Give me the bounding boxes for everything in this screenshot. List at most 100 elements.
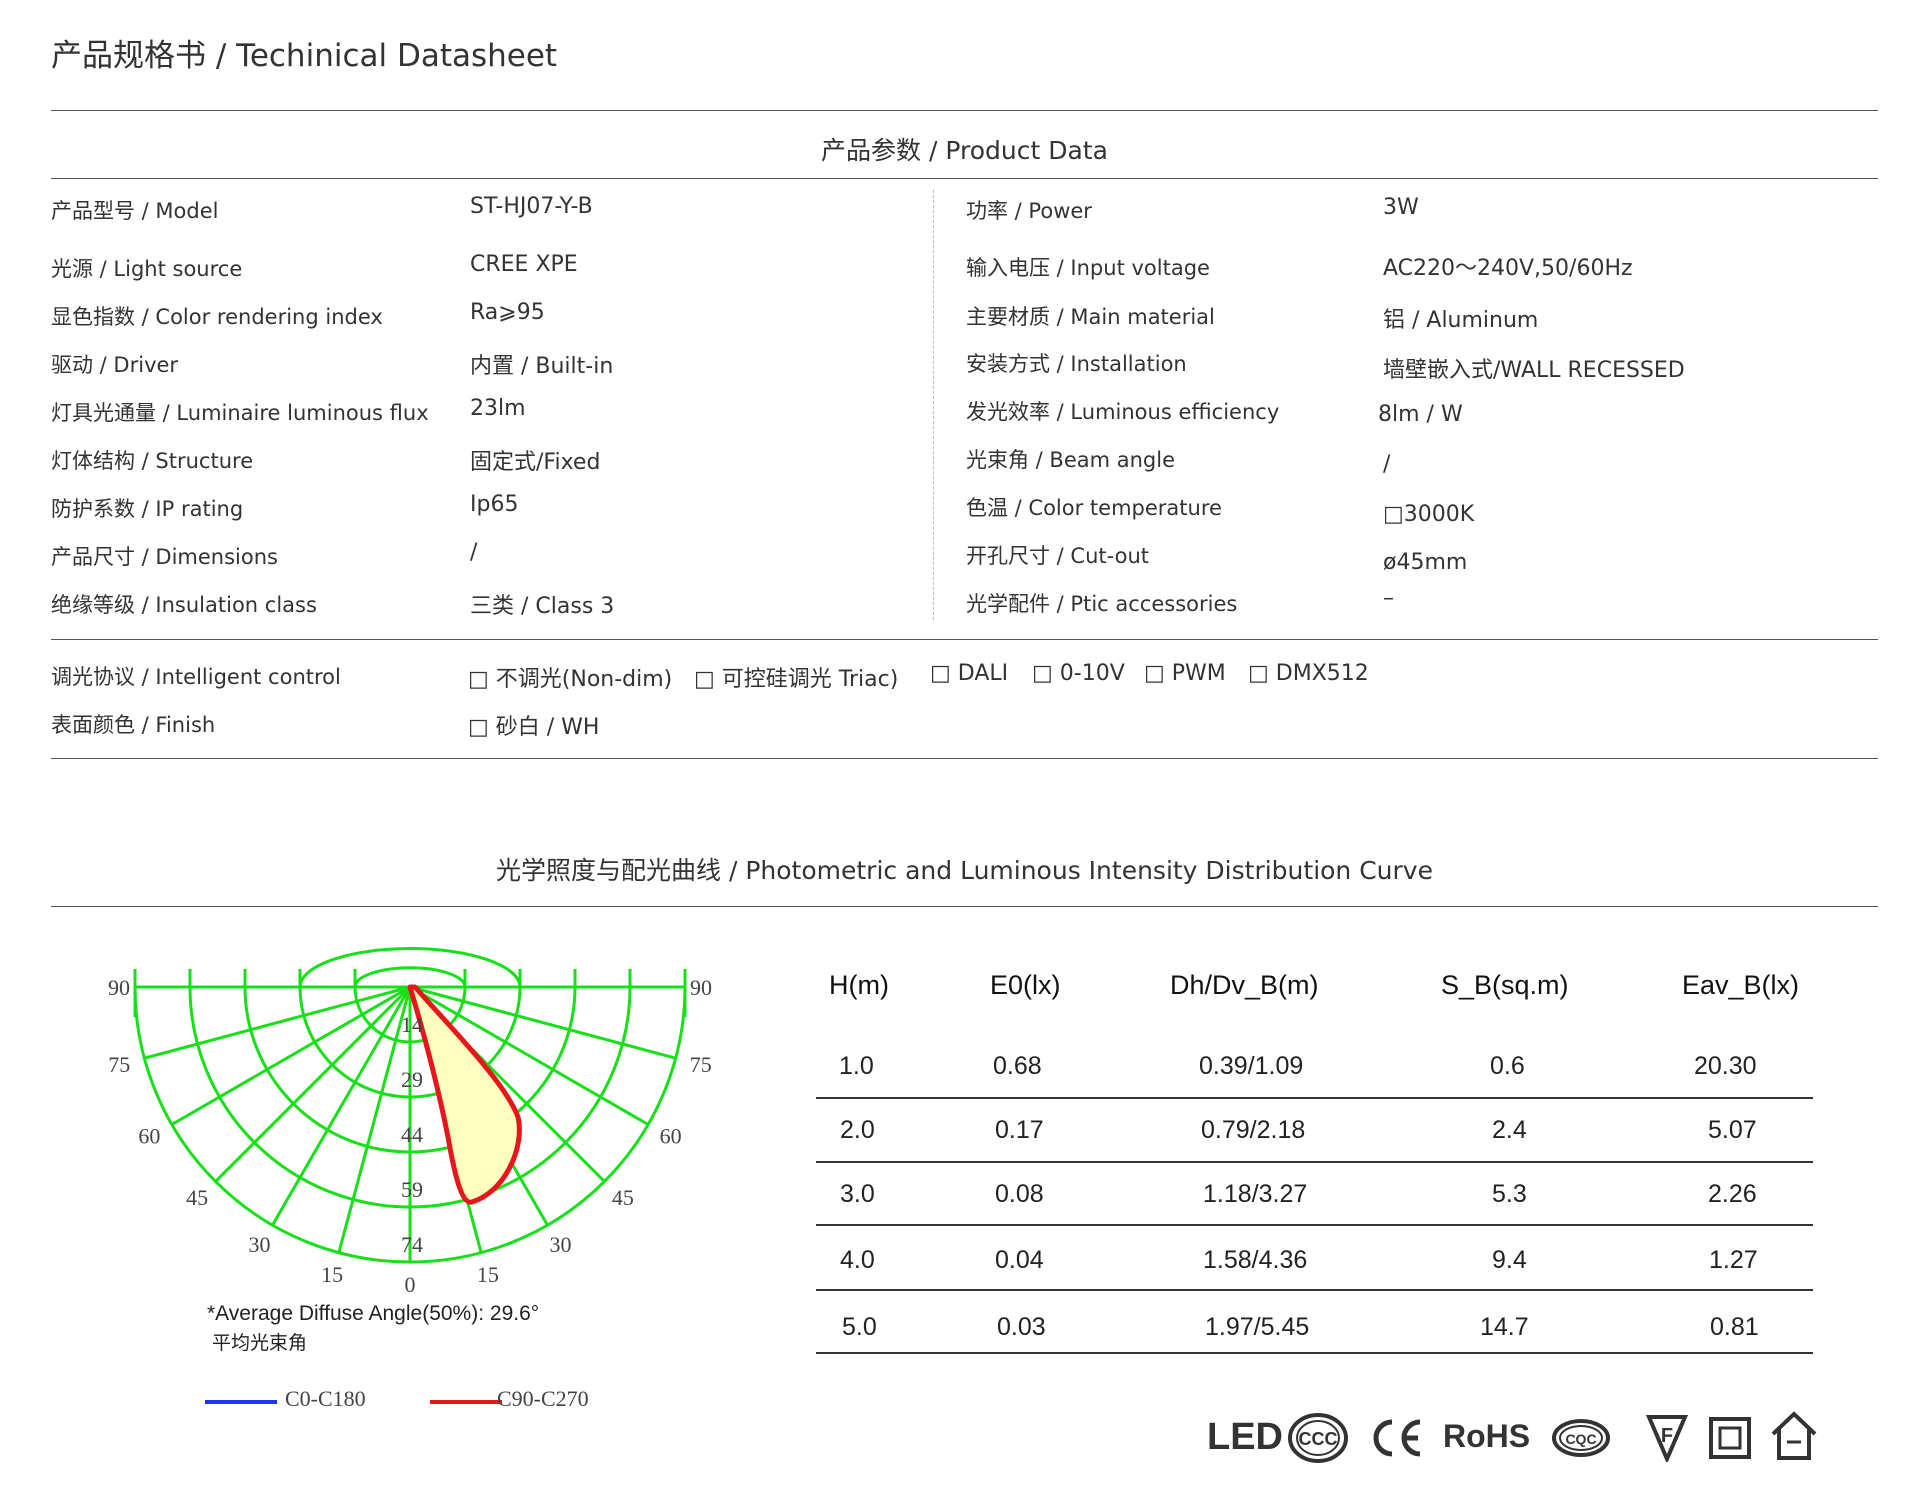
column-divider xyxy=(933,190,934,620)
spec-value: – xyxy=(1383,586,1394,611)
led-mark: LED xyxy=(1207,1416,1283,1458)
cell-eav: 20.30 xyxy=(1694,1052,1757,1080)
angle-label: 75 xyxy=(108,1052,130,1077)
row-divider xyxy=(816,1097,1813,1099)
spec-label: 主要材质 / Main material xyxy=(966,305,1215,329)
polar-distribution-chart: 90 75 60 45 30 15 0 15 30 45 60 75 90 14 29 44 59 74 xyxy=(108,947,712,1297)
grid-spoke xyxy=(271,986,412,1226)
spec-label: 安装方式 / Installation xyxy=(966,352,1187,376)
legend-label-c90-c270: C90-C270 xyxy=(497,1386,589,1411)
radial-labels: 14 29 44 59 74 xyxy=(401,1012,423,1257)
f-mark-icon: F xyxy=(1646,1415,1688,1462)
row-divider xyxy=(816,1352,1813,1354)
radial-label: 74 xyxy=(401,1232,423,1257)
divider xyxy=(51,110,1878,111)
spec-value: Ra⩾95 xyxy=(470,300,545,325)
angle-label: 0 xyxy=(405,1272,416,1297)
cell-dh-dv: 1.97/5.45 xyxy=(1205,1313,1310,1341)
rohs-mark: RoHS xyxy=(1443,1418,1531,1454)
grid-spoke xyxy=(171,985,411,1126)
divider xyxy=(51,639,1878,640)
class-ii-mark-icon xyxy=(1709,1417,1751,1459)
cell-dh-dv: 1.58/4.36 xyxy=(1203,1246,1308,1274)
spec-value: CREE XPE xyxy=(470,252,578,277)
spec-value: 内置 / Built-in xyxy=(470,354,614,379)
cell-e0: 0.08 xyxy=(995,1180,1044,1208)
indoor-use-mark-icon xyxy=(1771,1411,1817,1460)
cell-eav: 5.07 xyxy=(1708,1116,1757,1144)
product-data-title: 产品参数 / Product Data xyxy=(821,136,1108,165)
angle-label: 45 xyxy=(612,1185,634,1210)
angle-label: 90 xyxy=(690,975,712,1000)
column-header: E0(lx) xyxy=(990,970,1061,1000)
spec-label: 灯具光通量 / Luminaire luminous flux xyxy=(51,401,429,425)
spec-value: 固定式/Fixed xyxy=(470,450,601,475)
control-option-dali[interactable]: □ DALI xyxy=(930,661,1008,686)
spec-value: / xyxy=(1383,452,1391,477)
spec-value: 3W xyxy=(1383,195,1419,220)
spec-label: 灯体结构 / Structure xyxy=(51,449,254,473)
ccc-mark-icon: CCC xyxy=(1288,1413,1348,1463)
spec-label: 显色指数 / Color rendering index xyxy=(51,305,383,329)
spec-label: 产品尺寸 / Dimensions xyxy=(51,545,278,569)
cell-dh-dv: 1.18/3.27 xyxy=(1203,1180,1308,1208)
cell-s: 9.4 xyxy=(1492,1246,1527,1274)
cell-h: 1.0 xyxy=(839,1052,874,1080)
legend-line-c90-c270 xyxy=(430,1400,502,1404)
cell-e0: 0.03 xyxy=(997,1313,1046,1341)
spec-value: 8lm / W xyxy=(1378,402,1463,427)
spec-value: / xyxy=(470,540,478,565)
column-header: H(m) xyxy=(829,970,889,1000)
angle-label: 75 xyxy=(690,1052,712,1077)
grid-spoke xyxy=(337,986,412,1254)
cell-e0: 0.17 xyxy=(995,1116,1044,1144)
cell-h: 3.0 xyxy=(840,1180,875,1208)
control-option-dmx512[interactable]: □ DMX512 xyxy=(1248,661,1369,686)
spec-label: 防护系数 / IP rating xyxy=(51,497,244,521)
spec-label: 光束角 / Beam angle xyxy=(966,448,1176,472)
radial-label: 29 xyxy=(401,1067,423,1092)
spec-value: ø45mm xyxy=(1383,550,1468,575)
angle-label: 30 xyxy=(249,1232,271,1257)
finish-option-wh[interactable]: □ 砂白 / WH xyxy=(468,709,599,741)
control-option-pwm[interactable]: □ PWM xyxy=(1144,661,1226,686)
cell-s: 0.6 xyxy=(1490,1052,1525,1080)
column-header: S_B(sq.m) xyxy=(1441,970,1569,1000)
cell-h: 2.0 xyxy=(840,1116,875,1144)
control-option-triac[interactable]: □ 可控硅调光 Triac) xyxy=(694,661,898,693)
radial-label: 44 xyxy=(401,1122,423,1147)
cell-s: 5.3 xyxy=(1492,1180,1527,1208)
control-option-non-dim[interactable]: □ 不调光(Non-dim) xyxy=(468,661,672,693)
cqc-mark-icon: CQC xyxy=(1552,1419,1610,1457)
column-header: Eav_B(lx) xyxy=(1682,970,1800,1000)
cell-eav: 1.27 xyxy=(1709,1246,1758,1274)
row-divider xyxy=(816,1224,1813,1226)
grid-spoke xyxy=(214,985,412,1183)
cell-dh-dv: 0.39/1.09 xyxy=(1199,1052,1304,1080)
spec-value: ST-HJ07-Y-B xyxy=(470,194,593,219)
spec-value: 23lm xyxy=(470,396,526,421)
radial-label: 59 xyxy=(401,1177,423,1202)
legend-label-c0-c180: C0-C180 xyxy=(285,1386,366,1411)
legend-line-c0-c180 xyxy=(205,1400,277,1404)
cell-e0: 0.04 xyxy=(995,1246,1044,1274)
svg-text:CQC: CQC xyxy=(1565,1431,1596,1447)
spec-label: 产品型号 / Model xyxy=(51,199,219,223)
cell-e0: 0.68 xyxy=(993,1052,1042,1080)
spec-label: 发光效率 / Luminous efficiency xyxy=(966,400,1280,424)
spec-value: 铝 / Aluminum xyxy=(1383,308,1539,333)
row-divider xyxy=(816,1289,1813,1291)
grid-ring xyxy=(353,966,467,988)
spec-label: 光源 / Light source xyxy=(51,257,243,281)
page-title: 产品规格书 / Techinical Datasheet xyxy=(51,38,558,74)
cell-s: 2.4 xyxy=(1492,1116,1527,1144)
divider xyxy=(51,758,1878,759)
finish-label: 表面颜色 / Finish xyxy=(51,713,216,737)
spec-label: 开孔尺寸 / Cut-out xyxy=(966,544,1149,568)
spec-value: Ip65 xyxy=(470,492,519,517)
control-option-0-10v[interactable]: □ 0-10V xyxy=(1032,661,1125,686)
cell-h: 4.0 xyxy=(840,1246,875,1274)
spec-value: 三类 / Class 3 xyxy=(470,594,615,619)
cell-eav: 2.26 xyxy=(1708,1180,1757,1208)
spec-label: 绝缘等级 / Insulation class xyxy=(51,593,317,617)
